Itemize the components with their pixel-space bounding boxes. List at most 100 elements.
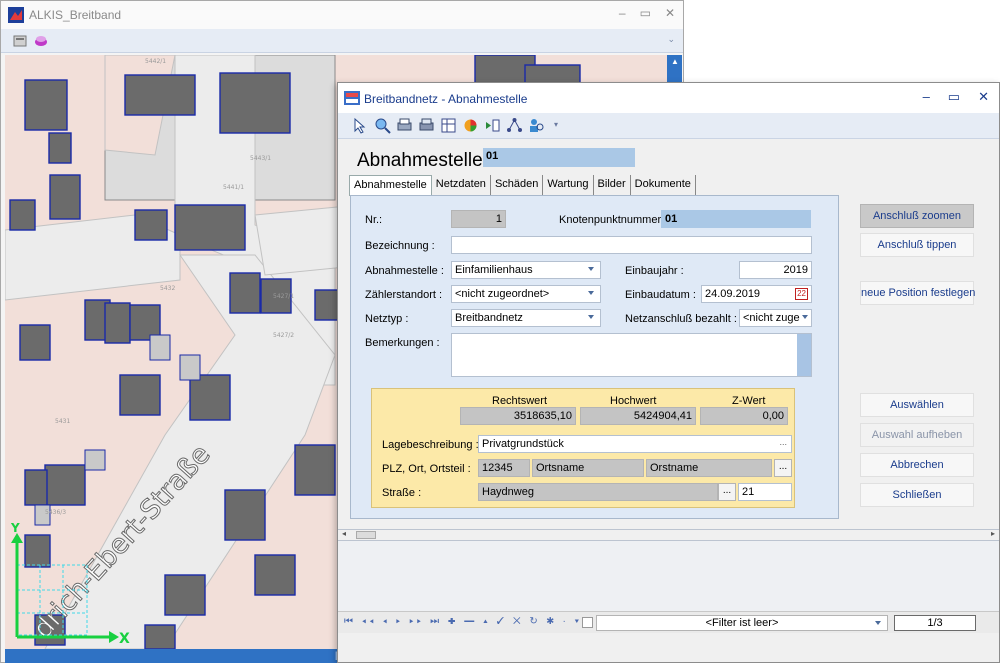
filter-checkbox[interactable] — [582, 617, 593, 628]
layers-icon[interactable] — [33, 33, 49, 49]
tab-dokumente[interactable]: Dokumente — [631, 175, 696, 195]
search-icon[interactable] — [374, 117, 391, 134]
color-wheel-icon[interactable] — [462, 117, 479, 134]
neue-position-button[interactable]: neue Position festlegen — [860, 281, 975, 305]
map-window-title: ALKIS_Breitband — [29, 8, 122, 22]
hausnummer-field[interactable]: 21 — [738, 483, 792, 501]
form-id-field[interactable]: 01 — [483, 148, 635, 167]
dialog-minimize-icon[interactable]: – — [923, 89, 930, 105]
plz-ellipsis-button[interactable]: ... — [774, 459, 792, 477]
tab-abnahmestelle[interactable]: Abnahmestelle — [349, 175, 432, 196]
abnahmestelle-dialog: Breitbandnetz - Abnahmestelle – ▭ ✕ ▾ Ab… — [337, 82, 1000, 663]
einbaujahr-label: Einbaujahr : — [625, 265, 684, 277]
print-preview-icon[interactable] — [418, 117, 435, 134]
anschluss-zoomen-button[interactable]: Anschluß zoomen — [860, 204, 974, 228]
coordinate-section: Rechtswert Hochwert Z-Wert 3518635,10 54… — [371, 388, 795, 508]
chevron-down-icon[interactable] — [588, 267, 594, 271]
select-cursor-icon[interactable] — [352, 117, 369, 134]
plz-field: 12345 — [478, 459, 530, 477]
dialog-titlebar: Breitbandnetz - Abnahmestelle – ▭ ✕ — [338, 83, 999, 113]
zwert-field: 0,00 — [700, 407, 788, 425]
knotenpunkt-field[interactable]: 01 — [661, 210, 811, 228]
scroll-right-icon[interactable]: ▸ — [991, 529, 995, 538]
strasse-label: Straße : — [382, 487, 422, 499]
zaehlerstandort-label: Zählerstandort : — [365, 289, 443, 301]
einbaudatum-field[interactable]: 24.09.2019 22 — [701, 285, 812, 303]
network-tree-icon[interactable] — [506, 117, 523, 134]
anschluss-tippen-button[interactable]: Anschluß tippen — [860, 233, 974, 257]
bemerkungen-textarea[interactable] — [451, 333, 812, 377]
netzanschluss-value: <nicht zuge — [743, 312, 800, 324]
bezeichnung-field[interactable] — [451, 236, 812, 254]
tab-schaeden[interactable]: Schäden — [491, 175, 544, 195]
minimize-icon[interactable]: – — [619, 6, 626, 20]
user-search-icon[interactable] — [528, 117, 545, 134]
einbaudatum-value: 24.09.2019 — [705, 288, 761, 300]
network-app-icon — [344, 91, 360, 105]
netzanschluss-dropdown[interactable]: <nicht zuge — [739, 309, 812, 327]
chevron-down-icon[interactable] — [588, 315, 594, 319]
dialog-horizontal-scrollbar[interactable]: ◂ ▸ — [338, 529, 999, 541]
scroll-thumb[interactable] — [356, 531, 376, 539]
bezeichnung-label: Bezeichnung : — [365, 240, 435, 252]
map-titlebar: ALKIS_Breitband – ▭ ✕ — [1, 1, 683, 29]
zaehlerstandort-value: <nicht zugeordnet> — [455, 288, 550, 300]
toolbar-overflow-icon[interactable]: ⌄ — [667, 34, 675, 45]
toolbar-overflow-icon[interactable]: ▾ — [554, 120, 558, 129]
abnahmestelle-label: Abnahmestelle : — [365, 265, 444, 277]
map-settings-icon[interactable] — [13, 34, 27, 48]
netztyp-value: Breitbandnetz — [455, 312, 523, 324]
record-navigation-bar: ⏮ ◂◂ ◂ ▸ ▸▸ ⏭ ✚ ━ ▴ ✓ ✕ ↻ ✱ ∙ ▾ <Filter … — [338, 611, 999, 633]
tab-netzdaten[interactable]: Netzdaten — [432, 175, 491, 195]
abnahmestelle-value: Einfamilienhaus — [455, 264, 533, 276]
tab-wartung[interactable]: Wartung — [543, 175, 594, 195]
plz-label: PLZ, Ort, Ortsteil : — [382, 463, 471, 475]
chevron-down-icon[interactable] — [875, 621, 881, 625]
parcel-number: 5442/1 — [145, 58, 166, 65]
netztyp-dropdown[interactable]: Breitbandnetz — [451, 309, 601, 327]
bemerkungen-scrollbar[interactable] — [797, 334, 811, 376]
schliessen-button[interactable]: Schließen — [860, 483, 974, 507]
abbrechen-button[interactable]: Abbrechen — [860, 453, 974, 477]
parcel-number: 5436/3 — [45, 509, 66, 516]
table-icon[interactable] — [440, 117, 457, 134]
record-counter: 1/3 — [894, 615, 976, 631]
rechtswert-label: Rechtswert — [492, 395, 548, 407]
zwert-label: Z-Wert — [732, 395, 766, 407]
axis-x-label: X — [119, 631, 130, 647]
dialog-maximize-icon[interactable]: ▭ — [948, 89, 960, 105]
parcel-number: 5431 — [55, 418, 70, 425]
map-toolbar: ⌄ — [1, 29, 683, 53]
maximize-icon[interactable]: ▭ — [640, 6, 651, 20]
dialog-close-icon[interactable]: ✕ — [978, 89, 989, 105]
axis-y-label: Y — [10, 521, 20, 535]
record-navigation-icons[interactable]: ⏮ ◂◂ ◂ ▸ ▸▸ ⏭ ✚ ━ ▴ ✓ ✕ ↻ ✱ ∙ ▾ — [344, 616, 582, 627]
form-title: Abnahmestelle — [357, 150, 483, 171]
parcel-number: 5443/1 — [250, 155, 271, 162]
einbaudatum-label: Einbaudatum : — [625, 289, 696, 301]
auswaehlen-button[interactable]: Auswählen — [860, 393, 974, 417]
scroll-up-icon[interactable]: ▲ — [671, 57, 679, 66]
zaehlerstandort-dropdown[interactable]: <nicht zugeordnet> — [451, 285, 601, 303]
chevron-down-icon[interactable] — [802, 315, 808, 319]
filter-field[interactable]: <Filter ist leer> — [596, 615, 888, 631]
list-arrow-icon[interactable] — [484, 117, 501, 134]
chevron-down-icon[interactable] — [588, 291, 594, 295]
lagebeschreibung-ellipsis-button[interactable]: ... — [779, 437, 787, 447]
scroll-left-icon[interactable]: ◂ — [342, 529, 346, 538]
ortsteil-field: Orstname — [646, 459, 772, 477]
parcel-number: 5432 — [160, 285, 175, 292]
hochwert-field: 5424904,41 — [580, 407, 696, 425]
tab-bilder[interactable]: Bilder — [594, 175, 631, 195]
einbaujahr-field[interactable]: 2019 — [739, 261, 812, 279]
auswahl-aufheben-button[interactable]: Auswahl aufheben — [860, 423, 974, 447]
parcel-number: 5441/1 — [223, 184, 244, 191]
close-icon[interactable]: ✕ — [665, 6, 675, 20]
hochwert-label: Hochwert — [610, 395, 657, 407]
abnahmestelle-dropdown[interactable]: Einfamilienhaus — [451, 261, 601, 279]
strasse-ellipsis-button[interactable]: ... — [718, 483, 736, 501]
print-icon[interactable] — [396, 117, 413, 134]
lagebeschreibung-field[interactable]: Privatgrundstück... — [478, 435, 792, 453]
calendar-icon[interactable]: 22 — [795, 288, 808, 300]
bemerkungen-label: Bemerkungen : — [365, 337, 440, 349]
